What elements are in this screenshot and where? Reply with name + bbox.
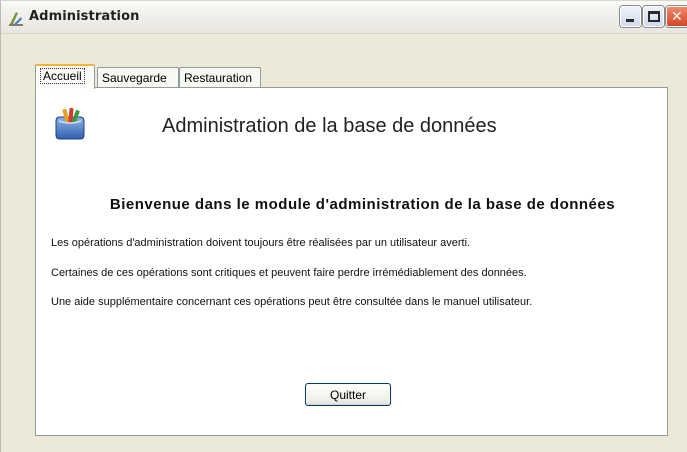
tab-accueil[interactable]: Accueil (35, 64, 95, 89)
maximize-icon (648, 11, 660, 22)
welcome-title: Bienvenue dans le module d'administratio… (109, 196, 616, 213)
close-button[interactable]: ✕ (666, 6, 687, 27)
info-line: Une aide supplémentaire concernant ces o… (51, 296, 533, 308)
tab-sauvegarde[interactable]: Sauvegarde (97, 67, 179, 87)
tab-label: Accueil (40, 68, 85, 84)
quit-button[interactable]: Quitter (305, 383, 391, 406)
tab-label: Restauration (184, 71, 253, 85)
minimize-icon (626, 19, 634, 22)
info-line: Les opérations d'administration doivent … (51, 237, 471, 249)
tab-label: Sauvegarde (102, 71, 167, 85)
window-title: Administration (29, 9, 140, 24)
application-icon (9, 12, 23, 26)
administration-window: Administration ✕ Accueil Sauvegarde Rest… (0, 0, 687, 452)
maximize-button[interactable] (643, 6, 664, 27)
info-line: Certaines de ces opérations sont critiqu… (51, 267, 527, 279)
panel-heading: Administration de la base de données (162, 115, 497, 137)
minimize-button[interactable] (620, 6, 641, 27)
accueil-panel: Administration de la base de données Bie… (35, 87, 668, 436)
tab-restauration[interactable]: Restauration (179, 67, 261, 87)
close-icon: ✕ (671, 9, 683, 25)
title-bar[interactable]: Administration ✕ (1, 1, 687, 34)
